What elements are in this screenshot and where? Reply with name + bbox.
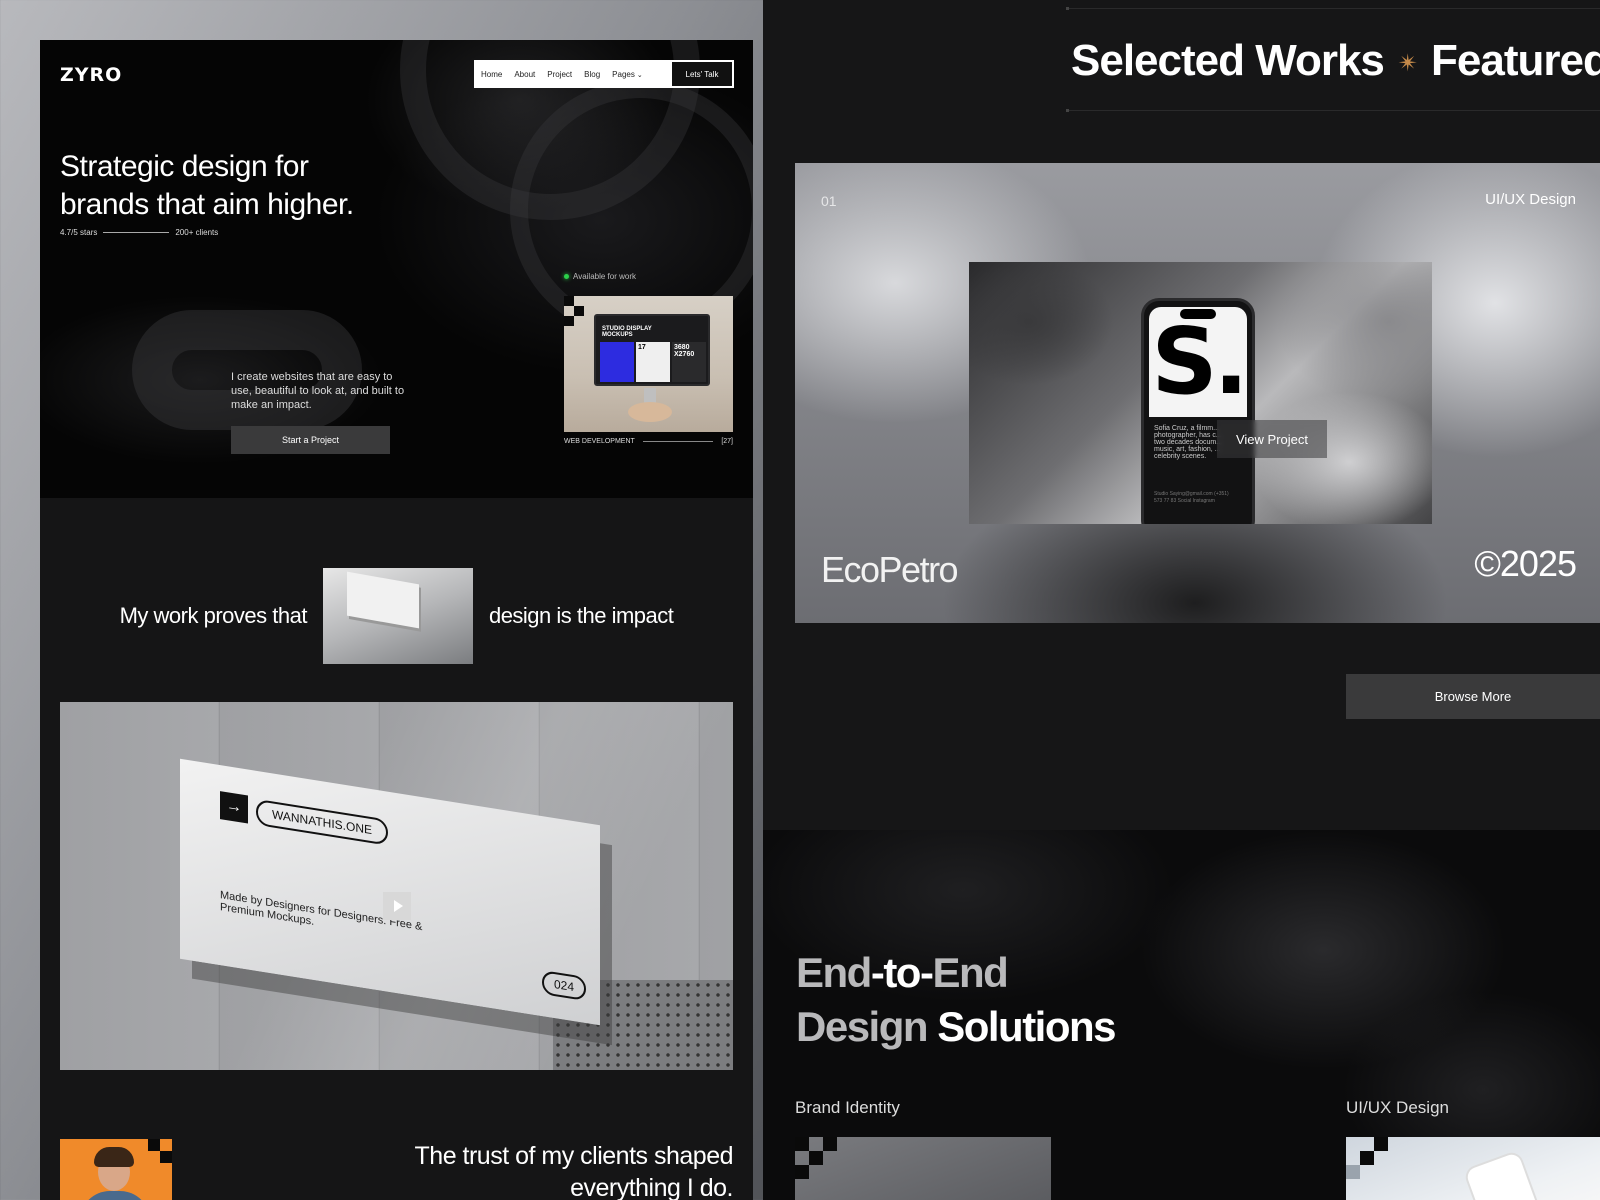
monitor-tile-blue — [600, 342, 634, 382]
availability-badge: Available for work — [564, 272, 636, 281]
promo-divider — [642, 441, 714, 442]
pixel-decoration — [795, 1137, 809, 1151]
monitor-mockup: STUDIO DISPLAY MOCKUPS 17 3680 X2760 — [594, 314, 710, 386]
start-project-button[interactable]: Start a Project — [231, 426, 390, 454]
nav-item-home[interactable]: Home — [475, 70, 508, 79]
chevron-down-icon: ⌄ — [636, 71, 643, 79]
service-thumbnail-brand-identity[interactable] — [795, 1137, 1051, 1200]
service-label-ui-ux[interactable]: UI/UX Design — [1346, 1098, 1449, 1118]
grid-line — [1068, 8, 1600, 9]
service-label-brand-identity[interactable]: Brand Identity — [795, 1098, 900, 1118]
avatar-body — [80, 1191, 150, 1200]
nav-item-pages[interactable]: Pages ⌄ — [606, 70, 649, 79]
pixel-decoration — [795, 1165, 809, 1179]
proof-statement: My work proves that design is the impact — [40, 568, 753, 664]
grid-dot — [1066, 109, 1069, 112]
services-title: End-to-End Design Solutions — [796, 946, 1117, 1054]
monitor-title: STUDIO DISPLAY MOCKUPS — [602, 326, 652, 338]
nav-item-pages-label: Pages — [612, 69, 635, 79]
clients-text: 200+ clients — [175, 228, 219, 237]
services-title-to: -to- — [870, 949, 934, 996]
web-development-card[interactable]: STUDIO DISPLAY MOCKUPS 17 3680 X2760 — [564, 296, 733, 432]
pixel-decoration — [564, 296, 574, 306]
nav-item-blog[interactable]: Blog — [578, 70, 606, 79]
phone-mockup: S. Sofia Cruz, a filmm... photographer, … — [1141, 298, 1255, 524]
hero-stats: 4.7/5 stars 200+ clients — [60, 228, 218, 237]
view-project-button[interactable]: View Project — [1217, 420, 1327, 458]
trust-heading: The trust of my clients shaped everythin… — [414, 1142, 734, 1200]
phone-contact-text: Studio Saying@gmail.com (+351) 573 77 83… — [1154, 491, 1229, 504]
sign-brand: WANNATHIS.ONE — [256, 798, 389, 846]
proof-text-after: design is the impact — [488, 603, 674, 628]
promo-count: [27] — [721, 438, 733, 445]
avatar-hair — [94, 1147, 134, 1167]
pixel-decoration — [1360, 1151, 1374, 1165]
pixel-decoration — [823, 1137, 837, 1151]
lets-talk-button[interactable]: Lets' Talk — [672, 62, 732, 86]
project-year: ©2025 — [1474, 543, 1577, 584]
pixel-decoration — [160, 1151, 172, 1163]
rating-text: 4.7/5 stars — [60, 228, 98, 237]
proof-thumbnail-image — [322, 568, 473, 664]
browse-more-button[interactable]: Browse More — [1346, 674, 1600, 719]
phone-dynamic-island — [1180, 309, 1216, 319]
pixel-decoration — [148, 1139, 160, 1151]
service-thumbnail-ui-ux[interactable] — [1346, 1137, 1600, 1200]
services-section: End-to-End Design Solutions Brand Identi… — [763, 830, 1600, 1200]
play-icon — [393, 900, 403, 912]
landing-page-preview: ZYRO Home About Project Blog Pages ⌄ Lets… — [40, 40, 753, 1200]
client-avatar — [60, 1139, 172, 1200]
phone-screen-letter: S. — [1149, 307, 1249, 417]
proof-text-before: My work proves that — [119, 603, 308, 628]
hero-description: I create websites that are easy to use, … — [231, 371, 405, 411]
selected-works-title: Selected Works ✴ Featured P — [1071, 36, 1600, 86]
phone-bio-text: Sofia Cruz, a filmm... photographer, has… — [1154, 425, 1223, 460]
nav-item-about[interactable]: About — [508, 70, 541, 79]
project-number: 01 — [821, 193, 837, 209]
play-button[interactable] — [383, 892, 411, 920]
availability-text: Available for work — [573, 272, 636, 281]
works-title-part-1: Selected Works — [1071, 36, 1385, 85]
promo-card-footer: WEB DEVELOPMENT [27] — [564, 438, 733, 445]
brand-logo[interactable]: ZYRO — [60, 64, 122, 86]
pixel-decoration — [574, 306, 584, 316]
services-title-design: Design — [796, 1003, 929, 1050]
project-card-ecopetro[interactable]: 01 UI/UX Design S. Sofia Cruz, a filmm..… — [795, 163, 1600, 623]
monitor-tile-white: 17 — [636, 342, 670, 382]
services-title-end-2: End — [932, 949, 1008, 996]
stats-divider — [103, 232, 170, 233]
sign-number: 024 — [541, 970, 586, 1002]
sign-mockup-thumbnail — [346, 571, 419, 629]
phone-mockup-thumbnail — [1462, 1149, 1550, 1200]
grid-dot — [1066, 7, 1069, 10]
nav-item-project[interactable]: Project — [541, 70, 578, 79]
top-navigation: Home About Project Blog Pages ⌄ Lets' Tal… — [474, 60, 734, 88]
pixel-decoration — [809, 1151, 823, 1165]
monitor-tile-dark: 3680 X2760 — [672, 342, 706, 382]
portfolio-preview: Selected Works ✴ Featured P 01 UI/UX Desig… — [763, 0, 1600, 1200]
works-title-part-2: Featured P — [1431, 36, 1600, 85]
promo-category: WEB DEVELOPMENT — [564, 438, 635, 445]
pixel-decoration — [1346, 1165, 1360, 1179]
pixel-decoration — [564, 316, 574, 326]
hero-title: Strategic design for brands that aim hig… — [60, 150, 354, 221]
grid-line — [1068, 110, 1600, 111]
pixel-decoration — [1374, 1137, 1388, 1151]
showcase-video[interactable]: → WANNATHIS.ONE Made by Designers for De… — [60, 702, 733, 1070]
arrow-right-icon: → — [220, 791, 248, 824]
status-dot-icon — [564, 274, 569, 279]
project-name: EcoPetro — [821, 549, 959, 590]
services-title-end-1: End — [796, 949, 872, 996]
hero-section: ZYRO Home About Project Blog Pages ⌄ Lets… — [40, 40, 753, 498]
star-icon: ✴ — [1397, 49, 1418, 77]
project-category: UI/UX Design — [1485, 191, 1576, 208]
services-title-solutions: Solutions — [927, 1003, 1116, 1050]
monitor-pedestal — [628, 402, 672, 422]
project-preview-image: S. Sofia Cruz, a filmm... photographer, … — [969, 262, 1432, 524]
